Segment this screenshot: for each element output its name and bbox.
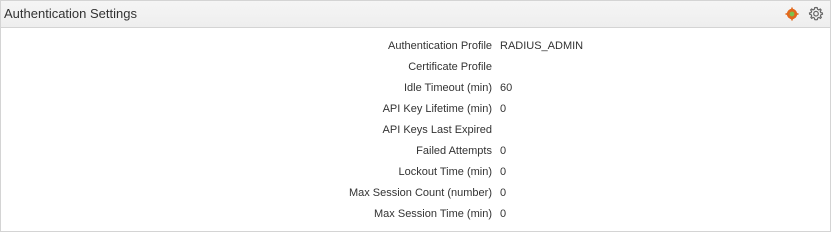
header-icons [784,6,824,22]
status-icon[interactable] [784,6,800,22]
setting-label: Max Session Time (min) [374,207,492,220]
setting-row-max-session-count: Max Session Count (number) 0 [1,182,830,203]
setting-row-failed-attempts: Failed Attempts 0 [1,140,830,161]
setting-row-api-keys-last-expired: API Keys Last Expired [1,119,830,140]
gear-icon[interactable] [808,6,824,22]
setting-label: Max Session Count (number) [348,186,492,199]
setting-value: 0 [500,186,507,199]
setting-label: Idle Timeout (min) [403,81,492,94]
setting-label: Certificate Profile [408,60,492,73]
setting-label: Lockout Time (min) [398,165,492,178]
setting-label: Authentication Profile [388,39,492,52]
setting-row-max-session-time: Max Session Time (min) 0 [1,203,830,224]
setting-row-idle-timeout: Idle Timeout (min) 60 [1,77,830,98]
setting-value: RADIUS_ADMIN [500,39,584,52]
setting-value: 0 [500,102,507,115]
panel-title: Authentication Settings [4,6,137,21]
setting-row-api-key-lifetime: API Key Lifetime (min) 0 [1,98,830,119]
setting-value: 60 [500,81,513,94]
setting-row-certificate-profile: Certificate Profile [1,56,830,77]
setting-value: 0 [500,144,507,157]
setting-value: 0 [500,165,507,178]
setting-value: 0 [500,207,507,220]
settings-list: Authentication Profile RADIUS_ADMIN Cert… [1,35,830,224]
setting-label: Failed Attempts [416,144,492,157]
setting-label: API Key Lifetime (min) [382,102,492,115]
setting-row-authentication-profile: Authentication Profile RADIUS_ADMIN [1,35,830,56]
setting-row-lockout-time: Lockout Time (min) 0 [1,161,830,182]
setting-label: API Keys Last Expired [382,123,492,136]
panel-header: Authentication Settings [1,1,830,28]
authentication-settings-panel: Authentication Settings Authentication P… [0,0,831,232]
